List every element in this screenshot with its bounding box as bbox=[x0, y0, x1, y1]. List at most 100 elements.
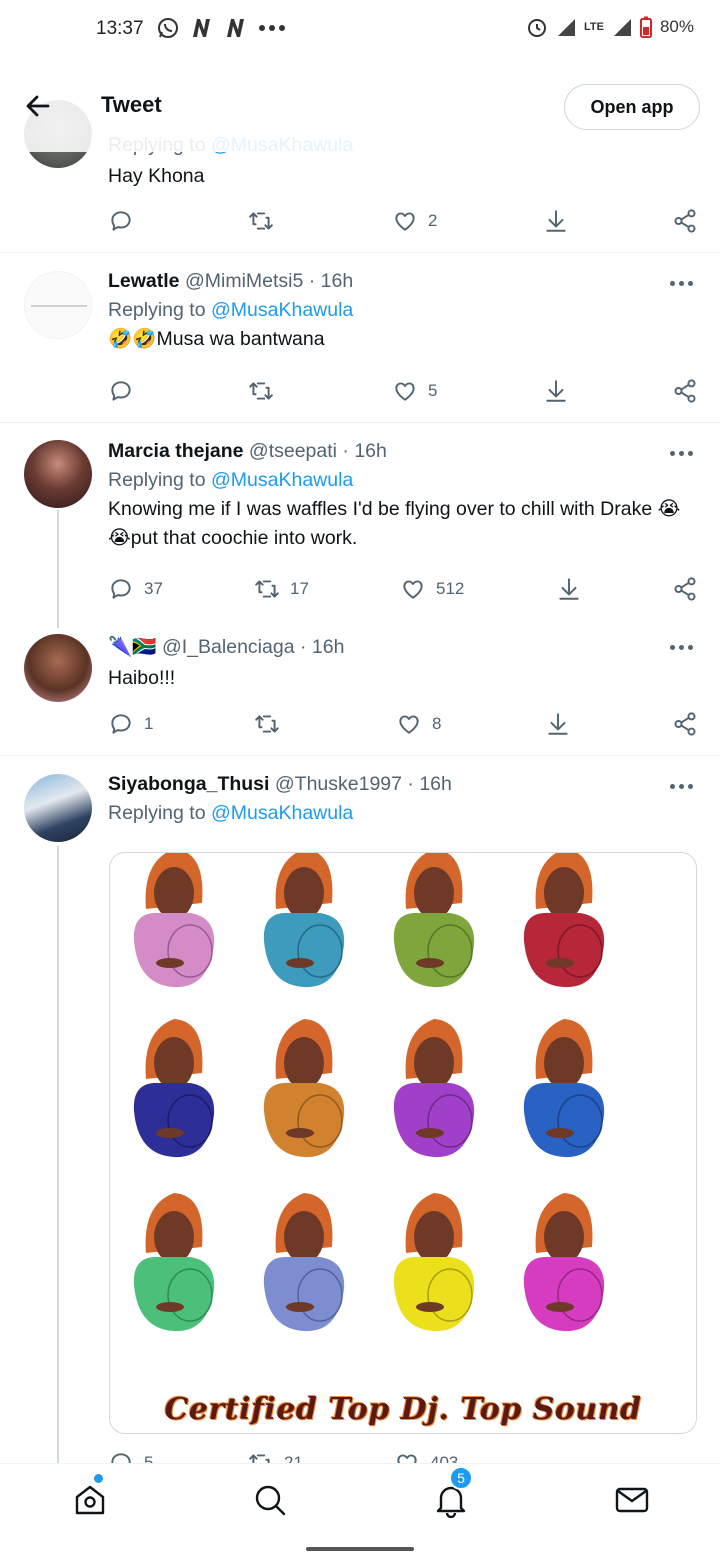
avatar[interactable] bbox=[24, 774, 92, 842]
share-button[interactable] bbox=[672, 574, 698, 604]
tweet-media-image[interactable]: Certified Top Dj. Top Sound bbox=[109, 852, 697, 1434]
handle[interactable]: @Thuske1997 bbox=[275, 773, 402, 795]
back-button[interactable] bbox=[22, 90, 54, 122]
display-name[interactable]: 🌂🇿🇦 bbox=[108, 636, 157, 658]
share-icon bbox=[674, 577, 696, 601]
share-button[interactable] bbox=[672, 709, 698, 739]
like-count: 403 bbox=[430, 1453, 459, 1463]
reply-icon bbox=[111, 1453, 131, 1463]
replying-prefix: Replying to bbox=[108, 469, 206, 491]
share-icon bbox=[674, 712, 696, 736]
download-button[interactable] bbox=[545, 709, 571, 739]
retweet-icon bbox=[255, 580, 279, 598]
timestamp[interactable]: · 16h bbox=[300, 636, 344, 658]
download-button[interactable] bbox=[543, 206, 569, 236]
retweet-button[interactable] bbox=[254, 709, 280, 739]
retweet-button[interactable] bbox=[248, 376, 274, 406]
like-count: 5 bbox=[428, 381, 438, 400]
page-title: Tweet bbox=[101, 92, 162, 117]
like-count: 2 bbox=[428, 211, 438, 230]
thread-line bbox=[57, 510, 59, 628]
tweet-text: Haibo!!! bbox=[108, 667, 176, 689]
download-icon bbox=[548, 713, 568, 735]
more-button[interactable] bbox=[670, 281, 694, 289]
avatar[interactable] bbox=[24, 634, 92, 702]
like-button[interactable]: 2 bbox=[392, 206, 437, 236]
tweet-text: 🤣🤣Musa wa bantwana bbox=[108, 328, 325, 350]
like-button[interactable]: 5 bbox=[392, 376, 437, 406]
tweet[interactable]: Lewatle @MimiMetsi5 · 16h Replying to @M… bbox=[0, 253, 720, 423]
more-button[interactable] bbox=[670, 645, 694, 653]
replying-to: Replying to @MusaKhawula bbox=[108, 798, 698, 828]
reply-icon bbox=[111, 714, 131, 734]
more-button[interactable] bbox=[670, 784, 694, 792]
tweet-header: 🌂🇿🇦 @I_Balenciaga · 16h bbox=[108, 633, 698, 661]
download-icon bbox=[559, 578, 579, 600]
handle[interactable]: @I_Balenciaga bbox=[162, 636, 295, 658]
download-icon bbox=[546, 380, 566, 402]
like-icon bbox=[403, 580, 423, 599]
retweet-icon bbox=[255, 715, 279, 733]
reply-count: 1 bbox=[144, 714, 154, 733]
tweet-header: Lewatle @MimiMetsi5 · 16h bbox=[108, 267, 698, 295]
share-button[interactable] bbox=[672, 376, 698, 406]
retweet-button[interactable] bbox=[248, 206, 274, 236]
nav-home[interactable] bbox=[72, 1474, 108, 1518]
display-name[interactable]: Marcia thejane bbox=[108, 440, 243, 462]
retweet-button[interactable]: 21 bbox=[248, 1448, 303, 1463]
timeline: Replying to @MusaKhawula Hay Khona 2 bbox=[0, 0, 720, 1463]
timestamp[interactable]: · 16h bbox=[342, 440, 386, 462]
retweet-button[interactable]: 17 bbox=[254, 574, 309, 604]
share-button[interactable] bbox=[672, 206, 698, 236]
notification-badge: 5 bbox=[449, 1466, 473, 1490]
tweet[interactable]: 🌂🇿🇦 @I_Balenciaga · 16h Haibo!!! 1 8 bbox=[0, 623, 720, 755]
tweet-header: Marcia thejane @tseepati · 16h bbox=[108, 437, 698, 465]
handle[interactable]: @tseepati bbox=[249, 440, 337, 462]
reply-button[interactable]: 1 bbox=[108, 709, 153, 739]
reply-button[interactable] bbox=[108, 376, 134, 406]
timestamp[interactable]: · 16h bbox=[309, 270, 353, 292]
nav-search[interactable] bbox=[252, 1482, 288, 1518]
like-count: 8 bbox=[432, 714, 442, 733]
replying-prefix: Replying to bbox=[108, 299, 206, 321]
tweet-actions: 2 bbox=[108, 206, 698, 236]
tweet[interactable]: Marcia thejane @tseepati · 16h Replying … bbox=[0, 423, 720, 623]
reply-button[interactable] bbox=[108, 206, 134, 236]
avatar[interactable] bbox=[24, 271, 92, 339]
reply-button[interactable]: 37 bbox=[108, 574, 163, 604]
mention-link[interactable]: @MusaKhawula bbox=[211, 802, 353, 824]
download-button[interactable] bbox=[556, 574, 582, 604]
reply-count: 37 bbox=[144, 579, 163, 598]
like-button[interactable]: 403 bbox=[394, 1448, 458, 1463]
mention-link[interactable]: @MusaKhawula bbox=[211, 299, 353, 321]
display-name[interactable]: Siyabonga_Thusi bbox=[108, 773, 269, 795]
handle[interactable]: @MimiMetsi5 bbox=[185, 270, 303, 292]
open-app-button[interactable]: Open app bbox=[564, 84, 700, 130]
tweet-actions: 1 8 bbox=[108, 709, 698, 739]
nav-notifications[interactable]: 5 bbox=[433, 1466, 473, 1519]
reply-button[interactable]: 5 bbox=[108, 1448, 153, 1463]
tweet-actions: 5 bbox=[108, 376, 698, 406]
reply-icon bbox=[111, 381, 131, 401]
like-icon bbox=[399, 715, 419, 734]
thread-line bbox=[57, 846, 59, 1463]
replying-to: Replying to @MusaKhawula bbox=[108, 295, 698, 325]
header: Tweet Open app bbox=[0, 60, 720, 152]
like-button[interactable]: 8 bbox=[396, 709, 441, 739]
tweet-text: Knowing me if I was waffles I'd be flyin… bbox=[108, 498, 681, 549]
like-icon bbox=[397, 1454, 417, 1463]
like-button[interactable]: 512 bbox=[400, 574, 464, 604]
more-button[interactable] bbox=[670, 451, 694, 459]
mention-link[interactable]: @MusaKhawula bbox=[211, 469, 353, 491]
nav-messages[interactable] bbox=[614, 1482, 650, 1518]
retweet-count: 17 bbox=[290, 579, 309, 598]
display-name[interactable]: Lewatle bbox=[108, 270, 180, 292]
tweet-header: Siyabonga_Thusi @Thuske1997 · 16h bbox=[108, 770, 698, 798]
home-notification-dot bbox=[94, 1474, 103, 1483]
timestamp[interactable]: · 16h bbox=[407, 773, 451, 795]
replying-to: Replying to @MusaKhawula bbox=[108, 465, 698, 495]
retweet-count: 21 bbox=[284, 1453, 303, 1463]
avatar[interactable] bbox=[24, 440, 92, 508]
gesture-bar[interactable] bbox=[306, 1547, 414, 1551]
download-button[interactable] bbox=[543, 376, 569, 406]
